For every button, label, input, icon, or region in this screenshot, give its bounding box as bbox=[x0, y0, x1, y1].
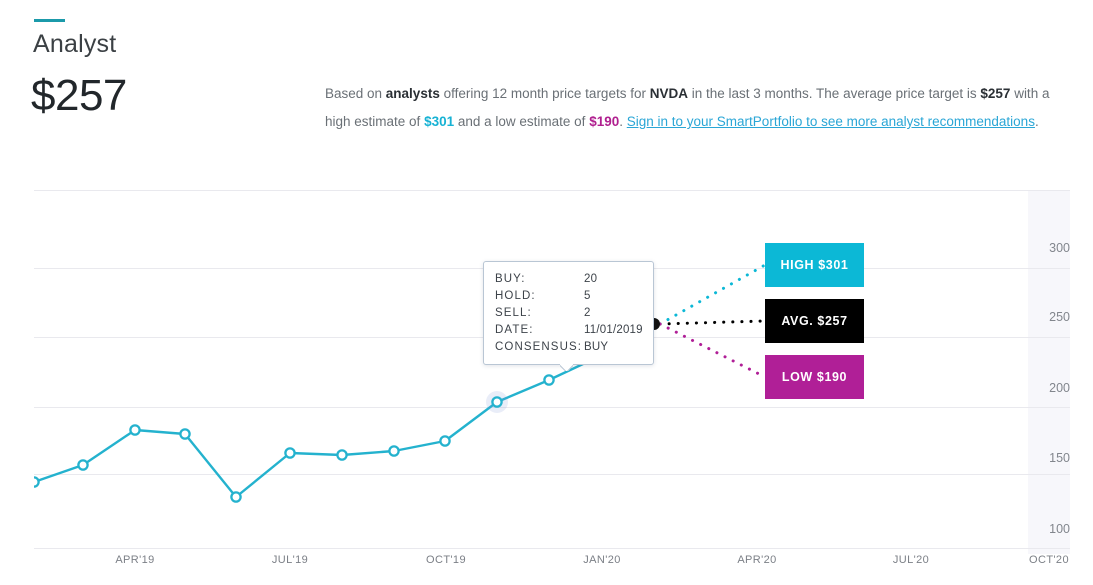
series-point bbox=[231, 492, 240, 501]
series-point bbox=[285, 448, 294, 457]
tooltip-table: BUY: 20 HOLD: 5 SELL: 2 DATE: 11/01/2019… bbox=[495, 271, 643, 356]
blurb-high-estimate: $301 bbox=[424, 114, 454, 129]
tooltip-label-date: DATE: bbox=[495, 322, 582, 339]
tooltip-row: DATE: 11/01/2019 bbox=[495, 322, 643, 339]
tooltip-value-consensus: BUY bbox=[582, 339, 643, 356]
accent-dash bbox=[34, 19, 65, 22]
blurb-low-estimate: $190 bbox=[589, 114, 619, 129]
blurb-text-7: . bbox=[1035, 114, 1039, 129]
tooltip-label-buy: BUY: bbox=[495, 271, 582, 288]
series-point bbox=[492, 397, 501, 406]
series-point bbox=[440, 436, 449, 445]
low-target-badge[interactable]: LOW $190 bbox=[765, 355, 864, 399]
tooltip-row: SELL: 2 bbox=[495, 305, 643, 322]
tooltip-arrow-icon bbox=[560, 364, 573, 371]
blurb-text-5: and a low estimate of bbox=[454, 114, 589, 129]
price-target-chart: 300 250 200 150 100 APR'19 JUL'19 OCT'19… bbox=[0, 185, 1093, 585]
blurb-text-3: in the last 3 months. The average price … bbox=[688, 86, 980, 101]
series-point bbox=[78, 460, 87, 469]
analyst-price-target-widget: Analyst $257 Based on analysts offering … bbox=[0, 0, 1093, 585]
series-point bbox=[544, 375, 553, 384]
blurb-ticker-bold: NVDA bbox=[650, 86, 688, 101]
tooltip-row: HOLD: 5 bbox=[495, 288, 643, 305]
projection-ray-low bbox=[660, 324, 765, 377]
low-target-badge-label: LOW $190 bbox=[782, 370, 847, 384]
tooltip-label-sell: SELL: bbox=[495, 305, 582, 322]
page-title: Analyst bbox=[33, 28, 116, 60]
tooltip-value-hold: 5 bbox=[582, 288, 643, 305]
left-edge-mask bbox=[0, 185, 34, 585]
high-target-badge-label: HIGH $301 bbox=[781, 258, 849, 272]
tooltip-value-date: 11/01/2019 bbox=[582, 322, 643, 339]
blurb-average-bold: $257 bbox=[980, 86, 1010, 101]
series-point bbox=[337, 450, 346, 459]
series-point bbox=[180, 429, 189, 438]
blurb-text-1: Based on bbox=[325, 86, 386, 101]
blurb-text-2: offering 12 month price targets for bbox=[440, 86, 650, 101]
data-point-tooltip: BUY: 20 HOLD: 5 SELL: 2 DATE: 11/01/2019… bbox=[483, 261, 654, 365]
tooltip-label-hold: HOLD: bbox=[495, 288, 582, 305]
chart-series-layer bbox=[0, 185, 1093, 585]
tooltip-value-buy: 20 bbox=[582, 271, 643, 288]
series-point bbox=[130, 425, 139, 434]
series-point bbox=[389, 446, 398, 455]
average-target-badge[interactable]: AVG. $257 bbox=[765, 299, 864, 343]
blurb-text-6: . bbox=[619, 114, 627, 129]
high-target-badge[interactable]: HIGH $301 bbox=[765, 243, 864, 287]
average-price-target-value: $257 bbox=[31, 68, 127, 124]
blurb-analysts-bold: analysts bbox=[386, 86, 440, 101]
smartportfolio-signin-link[interactable]: Sign in to your SmartPortfolio to see mo… bbox=[627, 114, 1035, 129]
summary-paragraph: Based on analysts offering 12 month pric… bbox=[325, 80, 1055, 136]
projection-ray-avg bbox=[660, 321, 765, 324]
tooltip-label-consensus: CONSENSUS: bbox=[495, 339, 582, 356]
projection-ray-high bbox=[660, 265, 765, 324]
tooltip-value-sell: 2 bbox=[582, 305, 643, 322]
average-target-badge-label: AVG. $257 bbox=[781, 314, 847, 328]
tooltip-row: BUY: 20 bbox=[495, 271, 643, 288]
tooltip-row: CONSENSUS: BUY bbox=[495, 339, 643, 356]
